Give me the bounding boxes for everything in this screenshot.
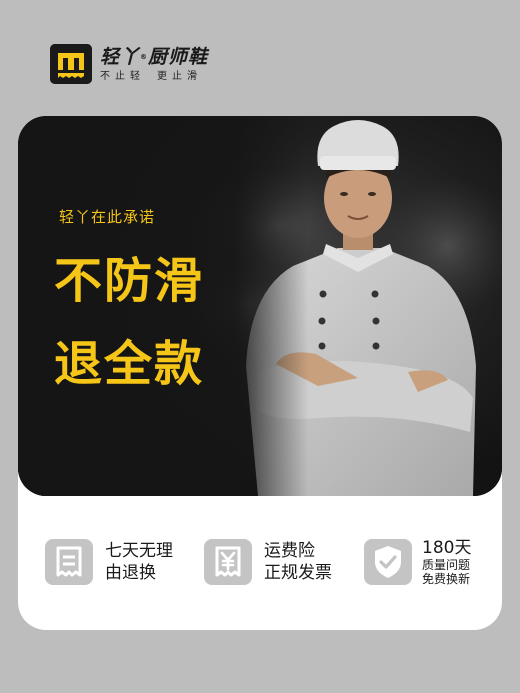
- feature-180-day-exchange: 180天 质量问题 免费换新: [364, 534, 471, 590]
- promise-card: 轻丫在此承诺 不防滑 退全款 七天无理 由退换 运费险 正规发票 180天 质量…: [18, 116, 502, 630]
- brand-header: 轻丫®厨师鞋 不止轻 更止滑: [50, 44, 208, 84]
- brand-logo-icon: [50, 44, 92, 84]
- promise-label: 轻丫在此承诺: [59, 208, 156, 226]
- receipt-icon: [45, 539, 93, 585]
- brand-name: 轻丫®厨师鞋: [100, 45, 209, 68]
- feature-line2: 正规发票: [264, 563, 332, 583]
- feature-line2: 质量问题: [422, 557, 471, 572]
- shield-check-icon: [364, 539, 412, 585]
- hero-banner: 轻丫在此承诺 不防滑 退全款: [18, 116, 502, 496]
- feature-line1: 运费险: [264, 541, 315, 561]
- feature-line1: 180天: [422, 537, 472, 558]
- headline-line1: 不防滑: [54, 253, 205, 309]
- invoice-yen-icon: [204, 539, 252, 585]
- feature-line2: 由退换: [105, 563, 156, 583]
- feature-shipping-invoice: 运费险 正规发票: [204, 534, 332, 590]
- feature-line3: 免费换新: [422, 571, 471, 586]
- feature-seven-day-return: 七天无理 由退换: [45, 534, 173, 590]
- feature-line1: 七天无理: [105, 541, 173, 561]
- features-row: 七天无理 由退换 运费险 正规发票 180天 质量问题 免费换新: [18, 534, 502, 590]
- headline-line2: 退全款: [54, 336, 205, 392]
- brand-slogan: 不止轻 更止滑: [100, 70, 202, 82]
